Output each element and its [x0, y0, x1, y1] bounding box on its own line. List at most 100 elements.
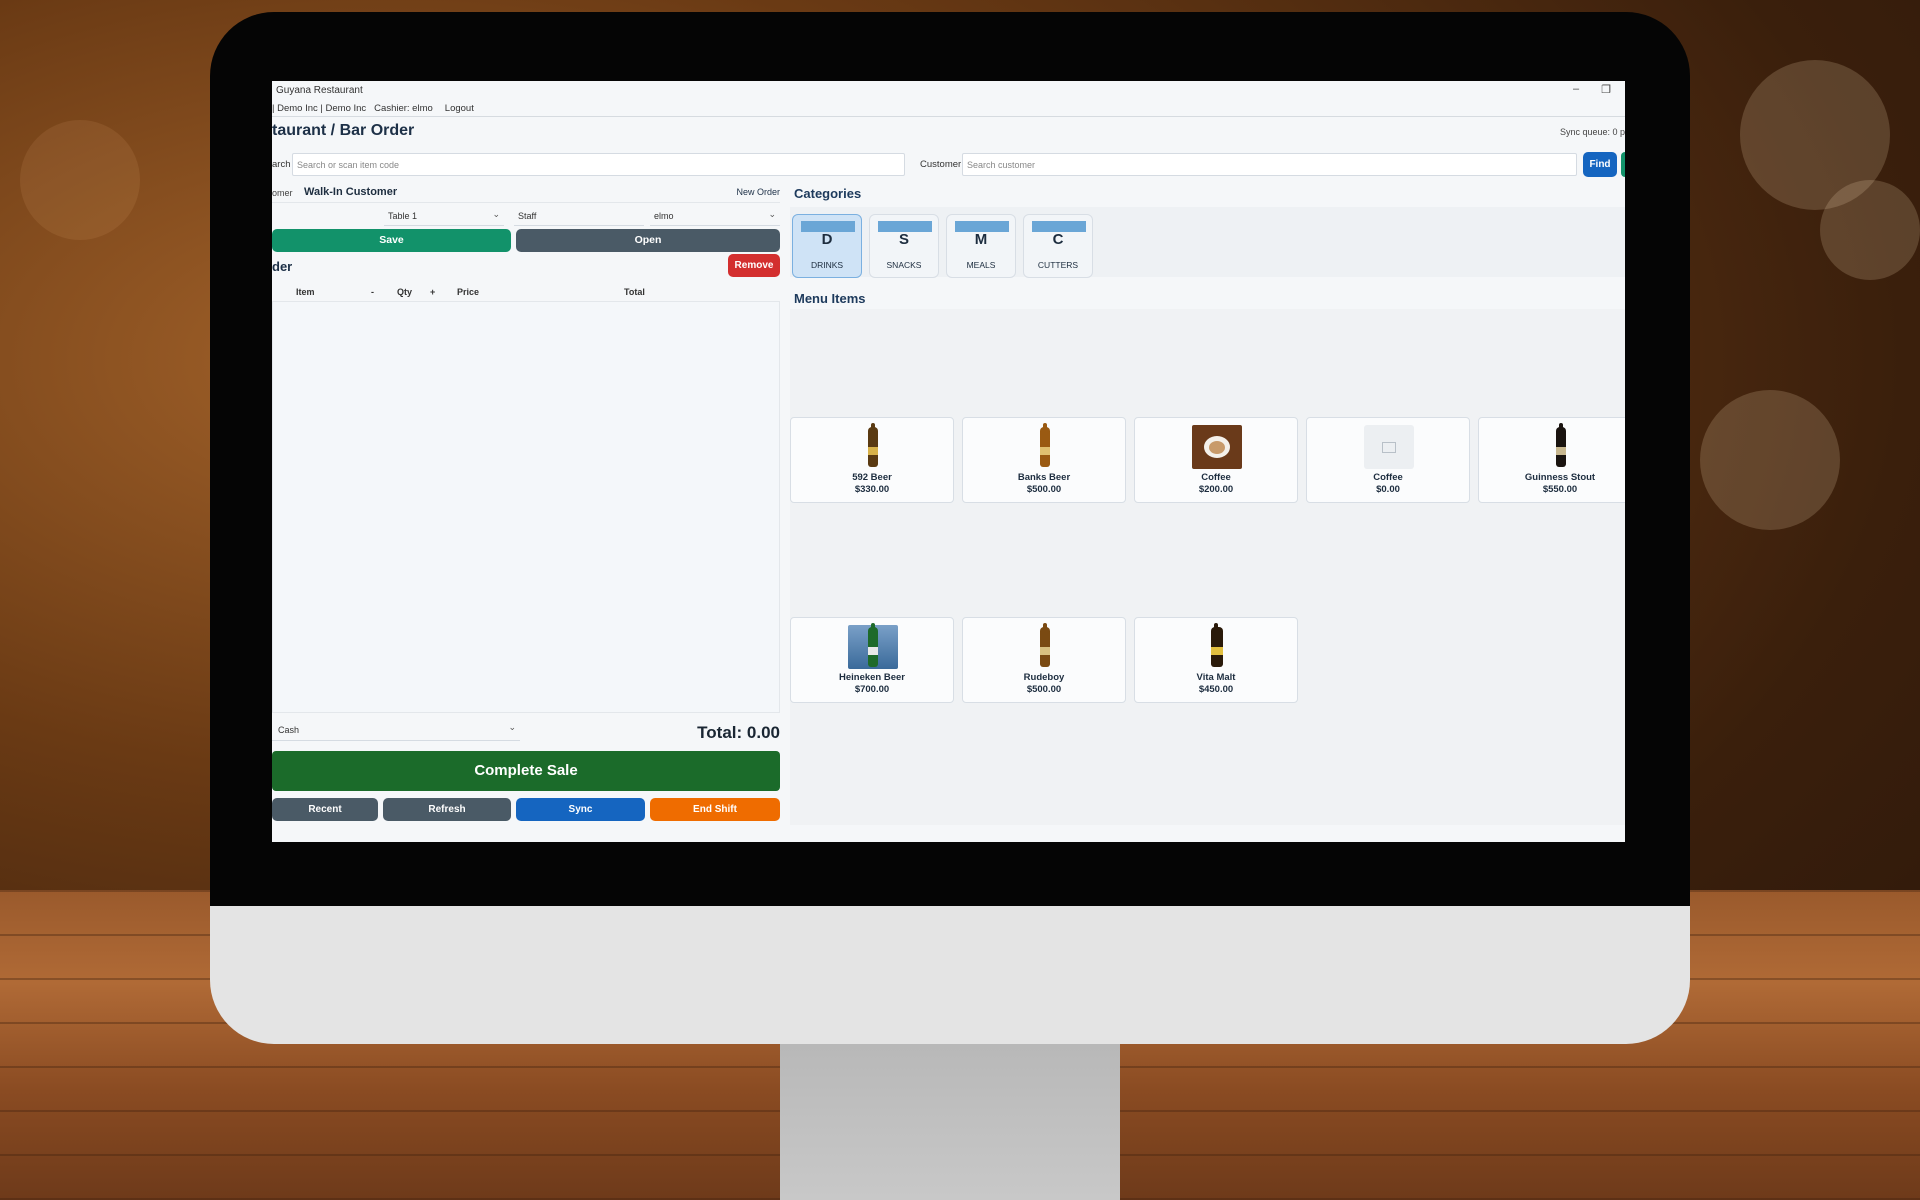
menu-items-title: Menu Items: [794, 291, 866, 306]
category-letter: M: [974, 231, 988, 248]
menu-item-card[interactable]: Banks Beer $500.00: [962, 417, 1126, 503]
categories-title: Categories: [794, 186, 862, 201]
company-info: | Demo Inc | Demo Inc: [272, 103, 367, 114]
add-customer-button[interactable]: [1621, 152, 1625, 177]
window-titlebar: Guyana Restaurant – ❐: [272, 81, 1625, 101]
menu-item-card[interactable]: Vita Malt $450.00: [1134, 617, 1298, 703]
background-light: [1700, 390, 1840, 530]
monitor-stand: [780, 1044, 1120, 1200]
menu-item-price: $200.00: [1198, 484, 1234, 495]
menu-item-price: $450.00: [1198, 684, 1234, 695]
category-tile-snacks[interactable]: S SNACKS: [869, 214, 939, 278]
search-row: arch Search or scan item code Customer S…: [272, 151, 1625, 177]
refresh-button[interactable]: Refresh: [383, 798, 511, 821]
beer-bottle-icon: [1020, 423, 1070, 469]
category-letter: C: [1052, 231, 1064, 248]
staff-select[interactable]: elmo ⌄: [650, 206, 780, 226]
col-plus: +: [430, 287, 436, 297]
category-tile-drinks[interactable]: D DRINKS: [792, 214, 862, 278]
customer-name[interactable]: Walk-In Customer: [304, 186, 397, 198]
coffee-cup-icon: [1192, 425, 1242, 469]
category-name: DRINKS: [810, 260, 844, 270]
background-light: [1820, 180, 1920, 280]
menu-item-card[interactable]: Rudeboy $500.00: [962, 617, 1126, 703]
page-title: taurant / Bar Order: [272, 122, 415, 139]
staff-label-box: Staff: [514, 206, 644, 226]
customer-search-input[interactable]: Search customer: [962, 153, 1577, 176]
menu-item-price: $700.00: [854, 684, 890, 695]
restore-icon[interactable]: ❐: [1601, 83, 1611, 96]
menu-item-card[interactable]: Guinness Stout $550.00: [1478, 417, 1625, 503]
menu-item-name: Vita Malt: [1196, 672, 1236, 683]
category-letter: S: [898, 231, 909, 248]
menu-item-name: Banks Beer: [1017, 472, 1071, 483]
beer-bottle-icon: [1020, 623, 1070, 669]
menu-item-name: Heineken Beer: [838, 672, 905, 683]
col-item: Item: [296, 287, 315, 297]
menu-item-card[interactable]: Heineken Beer $700.00: [790, 617, 954, 703]
payment-method-value: Cash: [278, 725, 300, 735]
col-minus: -: [371, 287, 374, 297]
chevron-down-icon: ⌄: [508, 722, 516, 732]
category-name: MEALS: [966, 260, 996, 270]
col-price: Price: [457, 287, 480, 297]
beer-bottle-icon: [848, 423, 898, 469]
open-button[interactable]: Open: [516, 229, 780, 252]
window-title: Guyana Restaurant: [276, 85, 363, 96]
new-order-link[interactable]: New Order: [736, 187, 780, 197]
category-letter: D: [821, 231, 833, 248]
sync-button[interactable]: Sync: [516, 798, 645, 821]
col-total: Total: [624, 287, 645, 297]
categories-area: D DRINKS S SNACKS M MEALS C CUTTERS: [790, 207, 1625, 278]
menu-item-price: $500.00: [1026, 684, 1062, 695]
table-select[interactable]: Table 1 ⌄: [384, 206, 504, 226]
category-name: SNACKS: [886, 260, 922, 270]
staff-value: elmo: [654, 211, 674, 221]
payment-method-select[interactable]: Cash ⌄: [272, 719, 520, 741]
category-name: CUTTERS: [1037, 260, 1079, 270]
category-tile-meals[interactable]: M MEALS: [946, 214, 1016, 278]
menu-item-name: Coffee: [1201, 472, 1231, 483]
menu-items-area: 592 Beer $330.00 Banks Beer $500.00 Coff…: [790, 309, 1625, 825]
menu-item-name: Coffee: [1373, 472, 1403, 483]
order-grid-header: Item - Qty + Price Total: [272, 287, 780, 299]
beer-bottle-icon: [1536, 423, 1586, 469]
find-button[interactable]: Find: [1583, 152, 1617, 177]
menu-item-name: Guinness Stout: [1524, 472, 1596, 483]
save-button[interactable]: Save: [272, 229, 511, 252]
order-selectors: Table 1 ⌄ Staff elmo ⌄: [272, 206, 780, 226]
menu-item-price: $0.00: [1376, 484, 1400, 495]
menu-item-price: $500.00: [1026, 484, 1062, 495]
background-light: [20, 120, 140, 240]
menu-item-name: 592 Beer: [852, 472, 892, 483]
cashier-info: Cashier: elmo: [374, 103, 433, 114]
menubar: | Demo Inc | Demo Inc Cashier: elmo Logo…: [272, 101, 1625, 117]
catalog-panel: Categories D DRINKS S SNACKS M MEALS C C…: [790, 181, 1625, 831]
minimize-icon[interactable]: –: [1573, 83, 1579, 96]
complete-sale-button[interactable]: Complete Sale: [272, 751, 780, 791]
menu-item-card[interactable]: Coffee $0.00: [1306, 417, 1470, 503]
col-qty: Qty: [397, 287, 413, 297]
chevron-down-icon: ⌄: [492, 209, 500, 219]
category-tile-cutters[interactable]: C CUTTERS: [1023, 214, 1093, 278]
beer-photo-icon: [848, 623, 898, 669]
menu-item-card[interactable]: 592 Beer $330.00: [790, 417, 954, 503]
item-search-input[interactable]: Search or scan item code: [292, 153, 905, 176]
menu-item-card[interactable]: Coffee $200.00: [1134, 417, 1298, 503]
table-value: Table 1: [388, 211, 418, 221]
remove-button[interactable]: Remove: [728, 254, 780, 277]
logout-link[interactable]: Logout: [445, 103, 474, 114]
order-grid[interactable]: [272, 301, 780, 713]
menu-item-price: $550.00: [1542, 484, 1578, 495]
menu-item-name: Rudeboy: [1023, 672, 1065, 683]
menu-item-price: $330.00: [854, 484, 890, 495]
customer-label: omer: [272, 188, 293, 198]
order-section-title: der: [272, 259, 293, 274]
end-shift-button[interactable]: End Shift: [650, 798, 780, 821]
recent-button[interactable]: Recent: [272, 798, 378, 821]
order-panel: omer Walk-In Customer New Order Table 1 …: [272, 181, 780, 831]
customer-search-label: Customer: [920, 159, 962, 170]
malt-bottle-icon: [1192, 623, 1242, 669]
customer-row: omer Walk-In Customer New Order: [272, 183, 780, 203]
pos-window: Guyana Restaurant – ❐ | Demo Inc | Demo …: [272, 81, 1625, 842]
